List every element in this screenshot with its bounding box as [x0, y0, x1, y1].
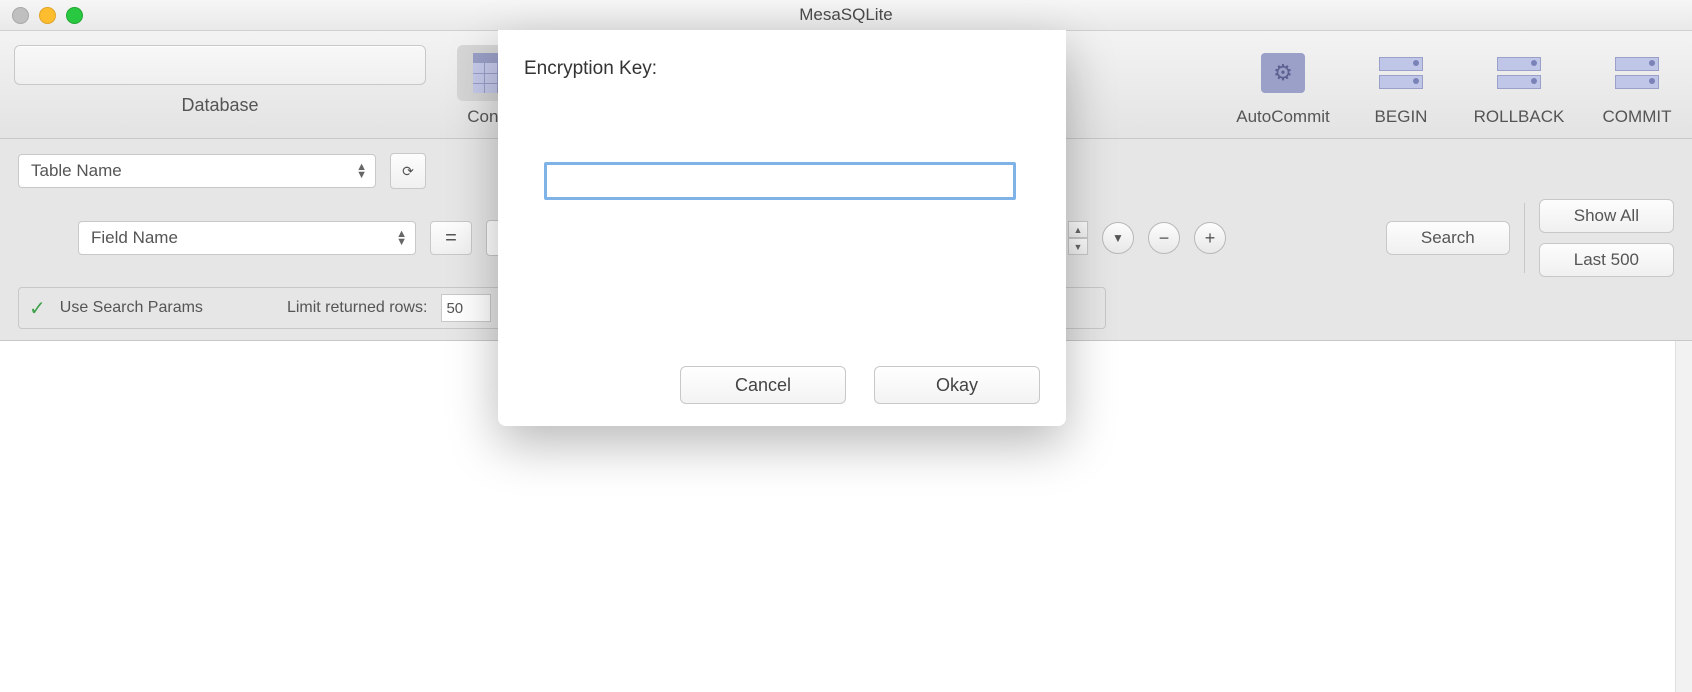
btn-commit[interactable]: COMMIT: [1592, 45, 1682, 127]
encryption-key-dialog: Encryption Key: Cancel Okay: [498, 30, 1066, 426]
plus-icon: +: [1205, 228, 1216, 249]
divider: [1524, 203, 1525, 273]
cancel-button[interactable]: Cancel: [680, 366, 846, 404]
show-all-button[interactable]: Show All: [1539, 199, 1674, 233]
updown-icon: ▲▼: [356, 163, 367, 179]
table-name-select[interactable]: Table Name ▲▼: [18, 154, 376, 188]
limit-input[interactable]: [441, 294, 491, 322]
window-title: MesaSQLite: [0, 5, 1692, 25]
remove-filter-button[interactable]: −: [1148, 222, 1180, 254]
refresh-icon: ⟳: [402, 163, 414, 180]
btn-autocommit[interactable]: AutoCommit: [1228, 45, 1338, 127]
database-popup[interactable]: [14, 45, 426, 85]
add-filter-button[interactable]: +: [1194, 222, 1226, 254]
refresh-button[interactable]: ⟳: [390, 153, 426, 189]
vertical-scrollbar[interactable]: [1675, 341, 1692, 692]
txn-icon: [1497, 53, 1541, 93]
btn-rollback[interactable]: ROLLBACK: [1464, 45, 1574, 127]
encryption-key-input[interactable]: [544, 162, 1016, 200]
limit-label: Limit returned rows:: [287, 299, 428, 317]
gear-icon: [1261, 53, 1305, 93]
use-search-params-label: Use Search Params: [60, 299, 203, 317]
stepper-down-icon: ▼: [1068, 238, 1088, 255]
updown-icon: ▲▼: [396, 230, 407, 246]
txn-icon: [1379, 53, 1423, 93]
txn-tabs: AutoCommit BEGIN ROLLBACK COMMIT: [1228, 45, 1682, 127]
stepper-up-icon: ▲: [1068, 221, 1088, 238]
last-500-button[interactable]: Last 500: [1539, 243, 1674, 277]
app-window: MesaSQLite Database Content: [0, 0, 1692, 692]
check-icon: ✓: [29, 296, 46, 321]
field-name-select[interactable]: Field Name ▲▼: [78, 221, 416, 255]
value-stepper[interactable]: ▲ ▼: [1068, 221, 1088, 255]
database-section: Database: [10, 45, 430, 116]
search-button[interactable]: Search: [1386, 221, 1510, 255]
dialog-label: Encryption Key:: [524, 58, 1040, 80]
minus-icon: −: [1159, 228, 1170, 249]
triangle-down-icon: ▼: [1112, 231, 1124, 245]
dropdown-button[interactable]: ▼: [1102, 222, 1134, 254]
txn-icon: [1615, 53, 1659, 93]
database-label: Database: [181, 95, 258, 116]
field-name-placeholder: Field Name: [91, 228, 178, 248]
okay-button[interactable]: Okay: [874, 366, 1040, 404]
titlebar: MesaSQLite: [0, 0, 1692, 31]
operator-button[interactable]: =: [430, 221, 472, 255]
btn-begin[interactable]: BEGIN: [1356, 45, 1446, 127]
table-name-placeholder: Table Name: [31, 161, 122, 181]
